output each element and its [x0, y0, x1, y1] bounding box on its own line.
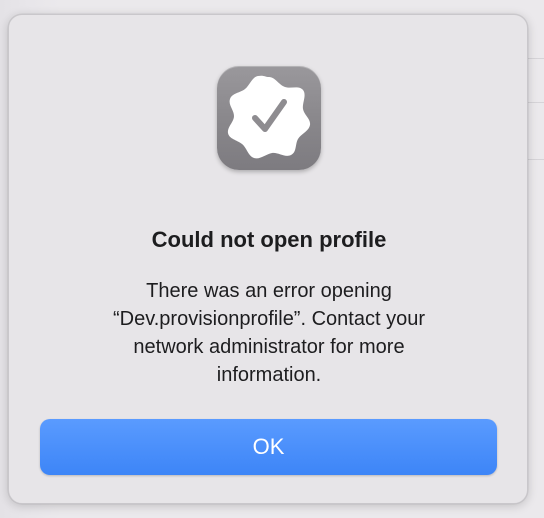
alert-dialog: Could not open profile There was an erro… — [8, 14, 528, 504]
verified-badge-checkmark-icon — [217, 66, 321, 170]
dialog-message: There was an error opening “Dev.provisio… — [113, 280, 425, 386]
backdrop-divider — [528, 102, 544, 103]
dialog-title: Could not open profile — [151, 227, 387, 252]
backdrop-divider — [528, 58, 544, 59]
ok-button[interactable]: OK — [40, 419, 497, 475]
backdrop-divider — [528, 159, 544, 160]
